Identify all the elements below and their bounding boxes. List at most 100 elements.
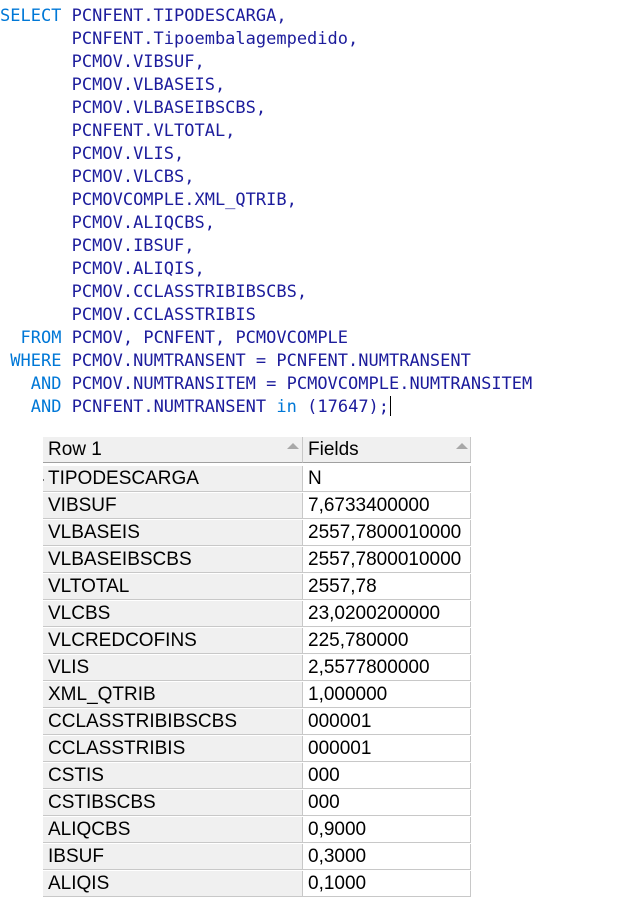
field-value-cell[interactable]: N xyxy=(303,466,471,492)
table-row[interactable]: VLCREDCOFINS 225,780000 xyxy=(43,628,471,655)
sort-up-icon[interactable] xyxy=(287,443,299,449)
sql-condition: PCMOV.NUMTRANSENT = PCNFENT.NUMTRANSENT xyxy=(71,351,471,371)
field-name-cell[interactable]: IBSUF xyxy=(43,844,303,870)
field-name-cell[interactable]: ALIQIS xyxy=(43,871,303,897)
field-name-cell[interactable]: VLTOTAL xyxy=(43,574,303,600)
table-row[interactable]: VIBSUF 7,6733400000 xyxy=(43,493,471,520)
field-name-cell[interactable]: VLBASEIS xyxy=(43,520,303,546)
sql-line-field: PCMOV.IBSUF, xyxy=(0,235,195,258)
table-row[interactable]: TIPODESCARGA N xyxy=(43,466,471,493)
sql-keyword-from: FROM xyxy=(20,328,62,348)
table-row[interactable]: ALIQIS 0,1000 xyxy=(43,871,471,898)
table-row[interactable]: XML_QTRIB 1,000000 xyxy=(43,682,471,709)
sql-line-field: PCMOV.VIBSUF, xyxy=(0,51,205,74)
sql-line-where: WHERE PCMOV.NUMTRANSENT = PCNFENT.NUMTRA… xyxy=(0,350,471,373)
sql-line-field: PCNFENT.VLTOTAL, xyxy=(0,120,236,143)
table-row[interactable]: CCLASSTRIBIBSCBS 000001 xyxy=(43,709,471,736)
sql-line-field: PCMOV.VLCBS, xyxy=(0,166,195,189)
field-value-cell[interactable]: 7,6733400000 xyxy=(303,493,471,519)
column-header-fields[interactable]: Fields xyxy=(303,437,471,463)
sql-line-field: PCMOV.VLBASEIBSCBS, xyxy=(0,97,266,120)
sql-line-and: AND PCMOV.NUMTRANSITEM = PCMOVCOMPLE.NUM… xyxy=(0,373,533,396)
sql-keyword-where: WHERE xyxy=(10,351,62,371)
sql-line-field: PCNFENT.Tipoembalagempedido, xyxy=(0,28,359,51)
field-name-cell[interactable]: VLIS xyxy=(43,655,303,681)
column-header-label: Row 1 xyxy=(48,439,102,460)
sql-keyword-select: SELECT xyxy=(0,6,62,26)
field-name-cell[interactable]: VLBASEIBSCBS xyxy=(43,547,303,573)
sql-field: PCMOVCOMPLE.XML_QTRIB, xyxy=(71,190,297,210)
sql-line-field: PCMOV.CCLASSTRIBIS xyxy=(0,304,256,327)
sql-line-select: SELECT PCNFENT.TIPODESCARGA, xyxy=(0,5,287,28)
sql-condition: PCNFENT.NUMTRANSENT xyxy=(71,397,267,417)
field-name-cell[interactable]: VIBSUF xyxy=(43,493,303,519)
table-row[interactable]: CCLASSTRIBIS 000001 xyxy=(43,736,471,763)
table-row[interactable]: IBSUF 0,3000 xyxy=(43,844,471,871)
field-value-cell[interactable]: 000001 xyxy=(303,709,471,735)
sql-line-field: PCMOVCOMPLE.XML_QTRIB, xyxy=(0,189,297,212)
field-value-cell[interactable]: 0,9000 xyxy=(303,817,471,843)
field-name-cell[interactable]: VLCREDCOFINS xyxy=(43,628,303,654)
sql-line-and: AND PCNFENT.NUMTRANSENT in (17647); xyxy=(0,396,392,419)
sql-field: PCNFENT.VLTOTAL, xyxy=(71,121,236,141)
sql-condition: PCMOV.NUMTRANSITEM = PCMOVCOMPLE.NUMTRAN… xyxy=(71,374,533,394)
sql-value-list: (17647); xyxy=(307,397,390,417)
field-name-cell[interactable]: CSTIS xyxy=(43,763,303,789)
field-name-cell[interactable]: TIPODESCARGA xyxy=(43,466,303,492)
field-name-cell[interactable]: XML_QTRIB xyxy=(43,682,303,708)
sql-line-from: FROM PCMOV, PCNFENT, PCMOVCOMPLE xyxy=(0,327,348,350)
field-value-cell[interactable]: 2,5577800000 xyxy=(303,655,471,681)
sql-field: PCMOV.VLBASEIBSCBS, xyxy=(71,98,267,118)
field-value-cell[interactable]: 2557,7800010000 xyxy=(303,547,471,573)
current-row-indicator-icon xyxy=(43,476,44,484)
sql-field: PCMOV.ALIQIS, xyxy=(71,259,205,279)
field-value-cell[interactable]: 0,1000 xyxy=(303,871,471,897)
field-value-cell[interactable]: 2557,78 xyxy=(303,574,471,600)
sql-keyword-and: AND xyxy=(30,374,62,394)
field-value-cell[interactable]: 000 xyxy=(303,763,471,789)
field-value-cell[interactable]: 225,780000 xyxy=(303,628,471,654)
field-name-cell[interactable]: CCLASSTRIBIS xyxy=(43,736,303,762)
field-value-cell[interactable]: 2557,7800010000 xyxy=(303,520,471,546)
sort-up-icon[interactable] xyxy=(456,443,468,449)
sql-line-field: PCMOV.ALIQCBS, xyxy=(0,212,215,235)
table-row[interactable]: ALIQCBS 0,9000 xyxy=(43,817,471,844)
table-row[interactable]: VLBASEIBSCBS 2557,7800010000 xyxy=(43,547,471,574)
sql-editor[interactable]: SELECT PCNFENT.TIPODESCARGA, PCNFENT.Tip… xyxy=(0,0,641,430)
table-row[interactable]: VLTOTAL 2557,78 xyxy=(43,574,471,601)
table-row[interactable]: VLCBS 23,0200200000 xyxy=(43,601,471,628)
sql-keyword-and: AND xyxy=(30,397,62,417)
field-value-cell[interactable]: 1,000000 xyxy=(303,682,471,708)
sql-table-list: PCMOV, PCNFENT, PCMOVCOMPLE xyxy=(71,328,349,348)
table-row[interactable]: VLIS 2,5577800000 xyxy=(43,655,471,682)
field-name-cell[interactable]: VLCBS xyxy=(43,601,303,627)
sql-field: PCMOV.CCLASSTRIBIBSCBS, xyxy=(71,282,308,302)
sql-line-field: PCMOV.VLIS, xyxy=(0,143,185,166)
record-grid[interactable]: Row 1 Fields TIPODESCARGA N VIBSUF 7,673340… xyxy=(43,437,471,919)
table-row[interactable]: CSTIS 000 xyxy=(43,763,471,790)
field-name-cell[interactable]: ALIQCBS xyxy=(43,817,303,843)
sql-field: PCMOV.IBSUF, xyxy=(71,236,195,256)
sql-field: PCNFENT.Tipoembalagempedido, xyxy=(71,29,359,49)
grid-header-row: Row 1 Fields xyxy=(43,437,471,464)
table-row[interactable]: VLBASEIS 2557,7800010000 xyxy=(43,520,471,547)
table-row[interactable]: CSTIBSCBS 000 xyxy=(43,790,471,817)
field-value-cell[interactable]: 0,3000 xyxy=(303,844,471,870)
field-name-cell[interactable]: CSTIBSCBS xyxy=(43,790,303,816)
field-value-cell[interactable]: 000 xyxy=(303,790,471,816)
sql-field: PCMOV.VLIS, xyxy=(71,144,185,164)
sql-field: PCMOV.VLBASEIS, xyxy=(71,75,226,95)
sql-line-field: PCMOV.ALIQIS, xyxy=(0,258,205,281)
sql-field: PCMOV.ALIQCBS, xyxy=(71,213,215,233)
column-header-row1[interactable]: Row 1 xyxy=(43,437,303,463)
sql-line-field: PCMOV.CCLASSTRIBIBSCBS, xyxy=(0,281,307,304)
column-header-label: Fields xyxy=(308,439,359,460)
sql-field: PCNFENT.TIPODESCARGA, xyxy=(71,6,287,26)
sql-field: PCMOV.VIBSUF, xyxy=(71,52,205,72)
field-name-cell[interactable]: CCLASSTRIBIBSCBS xyxy=(43,709,303,735)
field-value-cell[interactable]: 000001 xyxy=(303,736,471,762)
sql-field: PCMOV.CCLASSTRIBIS xyxy=(71,305,256,325)
text-caret xyxy=(390,396,392,416)
field-value-cell[interactable]: 23,0200200000 xyxy=(303,601,471,627)
sql-line-field: PCMOV.VLBASEIS, xyxy=(0,74,226,97)
